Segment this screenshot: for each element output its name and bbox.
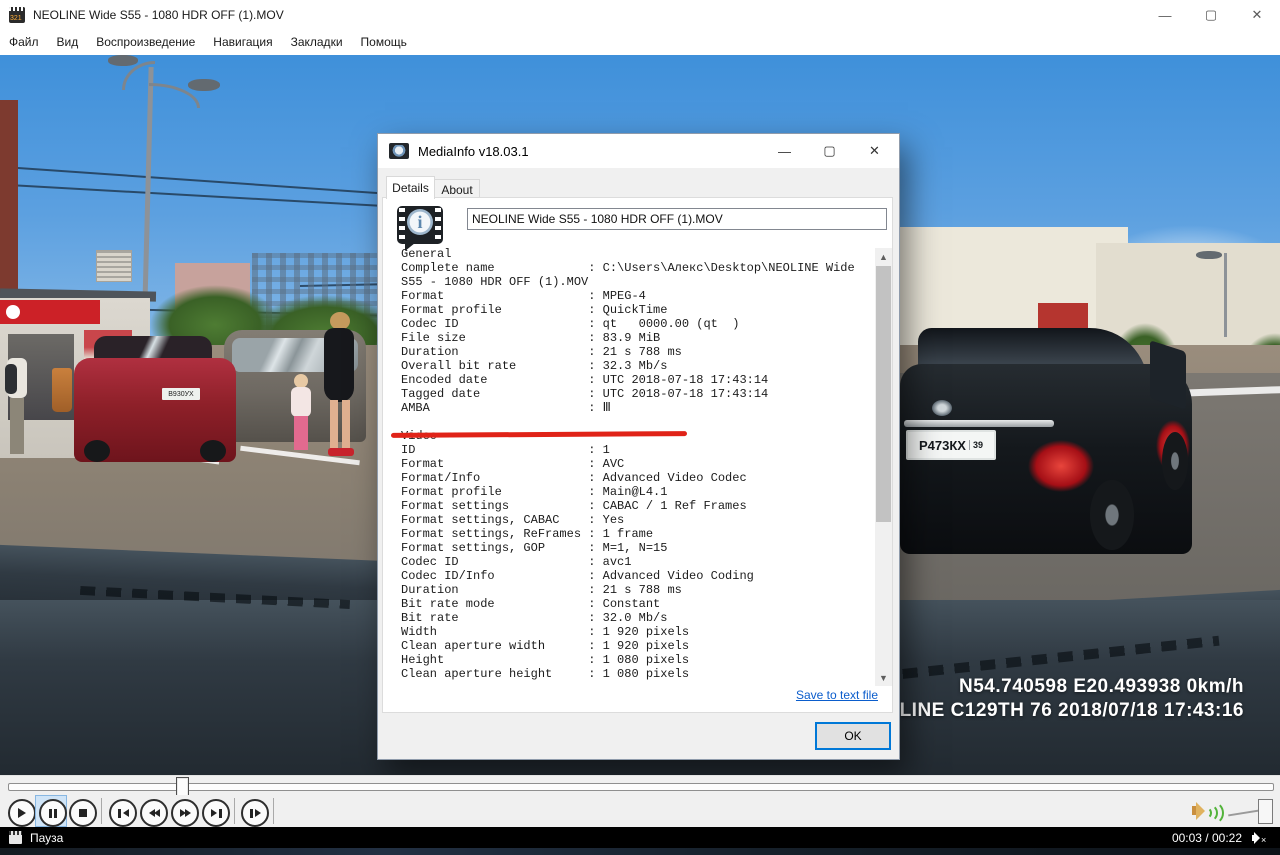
skip-forward-button[interactable]: [202, 799, 230, 827]
mute-icon[interactable]: ×: [1252, 832, 1266, 844]
toolbar-separator: [101, 798, 102, 824]
scrollbar-thumb[interactable]: [876, 266, 891, 522]
street-lamp-head: [108, 55, 138, 66]
black-car-plate: Р473КХ 39: [906, 430, 996, 460]
menu-file[interactable]: Файл: [0, 30, 48, 55]
child: [288, 374, 314, 460]
child-head: [294, 374, 308, 388]
woman-shoes: [328, 448, 354, 456]
status-clapper-icon: [9, 831, 22, 844]
scroll-down-icon[interactable]: ▼: [875, 669, 892, 686]
black-car-badge: [932, 400, 952, 416]
toolbar-separator: [234, 798, 235, 824]
seek-row: [0, 775, 1280, 796]
rewind-button[interactable]: [140, 799, 168, 827]
time-display: 00:03 / 00:22: [1172, 831, 1242, 845]
black-car: Р473КХ 39: [900, 328, 1192, 576]
woman-leg: [342, 400, 350, 448]
minimize-button[interactable]: —: [1142, 0, 1188, 30]
backpack: [5, 364, 17, 394]
mediainfo-title: MediaInfo v18.03.1: [418, 144, 529, 159]
app-icon: [9, 7, 25, 23]
frame-step-button[interactable]: [241, 799, 269, 827]
menu-bookmarks[interactable]: Закладки: [282, 30, 352, 55]
mediainfo-maximize-button[interactable]: ▢: [807, 134, 852, 168]
menu-view[interactable]: Вид: [48, 30, 88, 55]
black-car-chrome-strip: [904, 420, 1054, 427]
pedestrian: [5, 340, 31, 458]
fast-forward-button[interactable]: [171, 799, 199, 827]
overlay-gps-line: N54.740598 E20.493938 0km/h: [857, 675, 1244, 699]
tab-about[interactable]: About: [434, 179, 480, 199]
plate-number: Р473КХ: [919, 438, 966, 453]
mediainfo-close-button[interactable]: ✕: [852, 134, 897, 168]
woman-leg: [330, 400, 338, 448]
red-car-plate: В930УХ: [162, 388, 200, 400]
street-lamp-head: [188, 79, 220, 91]
overlay-camera-line: NEOLINE C129TH 76 2018/07/18 17:43:16: [857, 699, 1244, 723]
child-pants: [294, 416, 308, 450]
save-to-text-file-link[interactable]: Save to text file: [796, 688, 878, 702]
close-button[interactable]: ✕: [1234, 0, 1280, 30]
stop-button[interactable]: [69, 799, 97, 827]
black-car-wheel: [1090, 480, 1134, 550]
trash-bin: [52, 368, 72, 412]
street-lamp-head-right: [1196, 251, 1222, 259]
time-area: 00:03 / 00:22 ×: [1172, 831, 1266, 845]
plate-region: 39: [969, 440, 983, 450]
bottom-strip: [0, 848, 1280, 855]
maximize-button[interactable]: ▢: [1188, 0, 1234, 30]
volume-thumb[interactable]: [1258, 799, 1273, 824]
mediainfo-window-controls: — ▢ ✕: [762, 134, 897, 168]
black-car-side-window: [1150, 340, 1186, 410]
woman: [316, 312, 362, 460]
details-text: General Complete name : C:\Users\Алекс\D…: [401, 247, 855, 681]
mediainfo-icon: [389, 143, 409, 159]
player-toolbar: [0, 795, 1280, 827]
details-scrollbar[interactable]: ▲ ▼: [875, 248, 892, 686]
ok-button[interactable]: OK: [815, 722, 891, 750]
mediainfo-dialog: MediaInfo v18.03.1 — ▢ ✕ Details About i…: [377, 133, 900, 760]
black-car-wheel: [1162, 432, 1188, 490]
window-controls: — ▢ ✕: [1142, 0, 1280, 30]
red-car: В930УХ: [74, 336, 236, 466]
menu-help[interactable]: Помощь: [352, 30, 416, 55]
mediainfo-title-bar: MediaInfo v18.03.1 — ▢ ✕: [378, 134, 899, 168]
tab-details[interactable]: Details: [386, 176, 435, 199]
toolbar-separator: [273, 798, 274, 824]
black-car-taillight: [1028, 440, 1094, 492]
playback-status: Пауза: [30, 831, 63, 845]
mediainfo-minimize-button[interactable]: —: [762, 134, 807, 168]
pause-button[interactable]: [39, 799, 67, 827]
red-car-wheel: [84, 440, 110, 462]
dashcam-overlay: N54.740598 E20.493938 0km/h NEOLINE C129…: [857, 675, 1244, 723]
pedestrian-legs: [10, 398, 24, 454]
filename-field[interactable]: NEOLINE Wide S55 - 1080 HDR OFF (1).MOV: [467, 208, 887, 230]
status-bar: Пауза 00:03 / 00:22 ×: [0, 827, 1280, 848]
street-lamp-pole-right: [1224, 253, 1227, 337]
red-car-wheel: [200, 440, 226, 462]
menu-playback[interactable]: Воспроизведение: [87, 30, 204, 55]
mediainfo-logo-icon: i: [397, 206, 443, 244]
scroll-up-icon[interactable]: ▲: [875, 248, 892, 265]
window-title: NEOLINE Wide S55 - 1080 HDR OFF (1).MOV: [33, 8, 284, 22]
play-button[interactable]: [8, 799, 36, 827]
seek-thumb[interactable]: [176, 777, 189, 797]
skip-back-button[interactable]: [109, 799, 137, 827]
menu-bar: Файл Вид Воспроизведение Навигация Закла…: [0, 30, 1280, 56]
woman-dress: [324, 328, 354, 402]
menu-navigation[interactable]: Навигация: [204, 30, 281, 55]
speaker-icon[interactable]: [1192, 801, 1222, 821]
child-shirt: [291, 387, 311, 417]
title-bar: NEOLINE Wide S55 - 1080 HDR OFF (1).MOV …: [0, 0, 1280, 30]
seek-track[interactable]: [8, 783, 1274, 791]
kiosk-sign: [0, 300, 100, 324]
ac-unit: [96, 250, 132, 282]
details-tab-page: i NEOLINE Wide S55 - 1080 HDR OFF (1).MO…: [382, 197, 893, 713]
